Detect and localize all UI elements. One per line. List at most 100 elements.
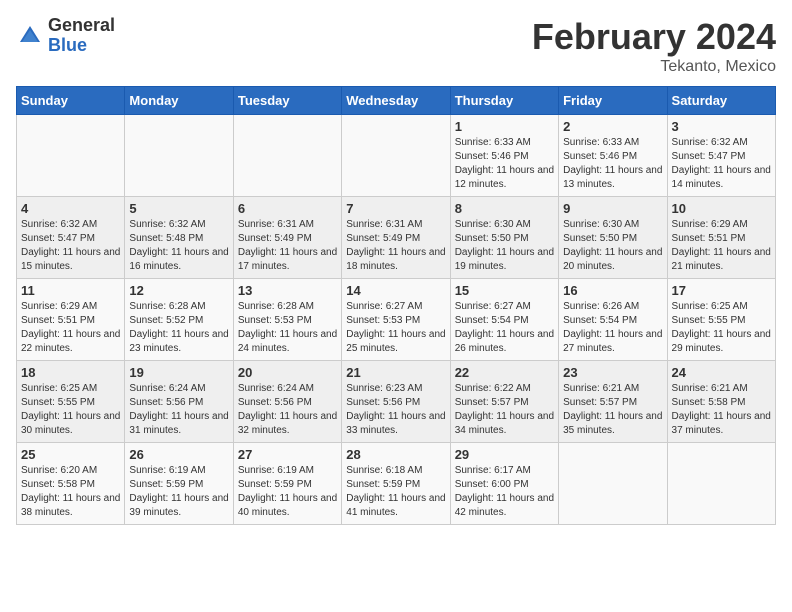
calendar-cell	[342, 115, 450, 197]
day-number: 1	[455, 119, 554, 134]
calendar-cell: 22 Sunrise: 6:22 AMSunset: 5:57 PMDayligh…	[450, 361, 558, 443]
day-number: 13	[238, 283, 337, 298]
day-info: Sunrise: 6:24 AMSunset: 5:56 PMDaylight:…	[129, 382, 228, 438]
calendar-cell: 14 Sunrise: 6:27 AMSunset: 5:53 PMDayligh…	[342, 279, 450, 361]
week-row-4: 18 Sunrise: 6:25 AMSunset: 5:55 PMDayligh…	[17, 361, 776, 443]
calendar-table: SundayMondayTuesdayWednesdayThursdayFrid…	[16, 86, 776, 525]
title-block: February 2024 Tekanto, Mexico	[532, 16, 776, 76]
calendar-cell: 13 Sunrise: 6:28 AMSunset: 5:53 PMDayligh…	[233, 279, 341, 361]
col-header-thursday: Thursday	[450, 87, 558, 115]
calendar-cell	[233, 115, 341, 197]
day-info: Sunrise: 6:26 AMSunset: 5:54 PMDaylight:…	[563, 300, 662, 356]
day-info: Sunrise: 6:31 AMSunset: 5:49 PMDaylight:…	[238, 218, 337, 274]
day-info: Sunrise: 6:33 AMSunset: 5:46 PMDaylight:…	[455, 136, 554, 192]
calendar-cell: 23 Sunrise: 6:21 AMSunset: 5:57 PMDayligh…	[559, 361, 667, 443]
calendar-title: February 2024	[532, 16, 776, 58]
calendar-cell: 20Sunrise: 6:24 AMSunset: 5:56 PMDayligh…	[233, 361, 341, 443]
day-number: 18	[21, 365, 120, 380]
day-info: Sunrise: 6:27 AMSunset: 5:53 PMDaylight:…	[346, 300, 445, 356]
day-info: Sunrise: 6:21 AMSunset: 5:58 PMDaylight:…	[672, 382, 771, 438]
day-number: 3	[672, 119, 771, 134]
week-row-2: 4Sunrise: 6:32 AMSunset: 5:47 PMDaylight…	[17, 197, 776, 279]
day-number: 10	[672, 201, 771, 216]
day-number: 7	[346, 201, 445, 216]
day-number: 29	[455, 447, 554, 462]
day-info: Sunrise: 6:27 AMSunset: 5:54 PMDaylight:…	[455, 300, 554, 356]
day-number: 24	[672, 365, 771, 380]
calendar-cell: 29 Sunrise: 6:17 AMSunset: 6:00 PMDayligh…	[450, 443, 558, 525]
calendar-cell: 12 Sunrise: 6:28 AMSunset: 5:52 PMDayligh…	[125, 279, 233, 361]
week-row-3: 11 Sunrise: 6:29 AMSunset: 5:51 PMDayligh…	[17, 279, 776, 361]
day-number: 12	[129, 283, 228, 298]
calendar-cell: 28Sunrise: 6:18 AMSunset: 5:59 PMDayligh…	[342, 443, 450, 525]
day-info: Sunrise: 6:24 AMSunset: 5:56 PMDaylight:…	[238, 382, 337, 438]
calendar-cell: 10Sunrise: 6:29 AMSunset: 5:51 PMDayligh…	[667, 197, 775, 279]
day-number: 23	[563, 365, 662, 380]
day-number: 4	[21, 201, 120, 216]
day-number: 19	[129, 365, 228, 380]
day-number: 8	[455, 201, 554, 216]
col-header-friday: Friday	[559, 87, 667, 115]
logo-icon	[16, 22, 44, 50]
col-header-wednesday: Wednesday	[342, 87, 450, 115]
day-info: Sunrise: 6:28 AMSunset: 5:52 PMDaylight:…	[129, 300, 228, 356]
day-info: Sunrise: 6:21 AMSunset: 5:57 PMDaylight:…	[563, 382, 662, 438]
calendar-cell: 8 Sunrise: 6:30 AMSunset: 5:50 PMDaylight…	[450, 197, 558, 279]
page-header: General Blue February 2024 Tekanto, Mexi…	[16, 16, 776, 76]
day-info: Sunrise: 6:19 AMSunset: 5:59 PMDaylight:…	[129, 464, 228, 520]
calendar-cell: 3 Sunrise: 6:32 AMSunset: 5:47 PMDaylight…	[667, 115, 775, 197]
col-header-monday: Monday	[125, 87, 233, 115]
calendar-cell	[17, 115, 125, 197]
col-header-saturday: Saturday	[667, 87, 775, 115]
day-number: 14	[346, 283, 445, 298]
day-info: Sunrise: 6:30 AMSunset: 5:50 PMDaylight:…	[455, 218, 554, 274]
calendar-cell: 26 Sunrise: 6:19 AMSunset: 5:59 PMDayligh…	[125, 443, 233, 525]
day-info: Sunrise: 6:17 AMSunset: 6:00 PMDaylight:…	[455, 464, 554, 520]
day-info: Sunrise: 6:32 AMSunset: 5:48 PMDaylight:…	[129, 218, 228, 274]
day-number: 17	[672, 283, 771, 298]
day-info: Sunrise: 6:29 AMSunset: 5:51 PMDaylight:…	[21, 300, 120, 356]
calendar-cell: 15 Sunrise: 6:27 AMSunset: 5:54 PMDayligh…	[450, 279, 558, 361]
day-number: 16	[563, 283, 662, 298]
calendar-cell: 5 Sunrise: 6:32 AMSunset: 5:48 PMDaylight…	[125, 197, 233, 279]
day-number: 6	[238, 201, 337, 216]
day-info: Sunrise: 6:28 AMSunset: 5:53 PMDaylight:…	[238, 300, 337, 356]
day-info: Sunrise: 6:20 AMSunset: 5:58 PMDaylight:…	[21, 464, 120, 520]
calendar-cell: 2 Sunrise: 6:33 AMSunset: 5:46 PMDaylight…	[559, 115, 667, 197]
logo: General Blue	[16, 16, 115, 56]
calendar-header-row: SundayMondayTuesdayWednesdayThursdayFrid…	[17, 87, 776, 115]
calendar-cell: 6 Sunrise: 6:31 AMSunset: 5:49 PMDaylight…	[233, 197, 341, 279]
week-row-5: 25 Sunrise: 6:20 AMSunset: 5:58 PMDayligh…	[17, 443, 776, 525]
calendar-cell: 27Sunrise: 6:19 AMSunset: 5:59 PMDayligh…	[233, 443, 341, 525]
week-row-1: 1 Sunrise: 6:33 AMSunset: 5:46 PMDaylight…	[17, 115, 776, 197]
calendar-cell: 11 Sunrise: 6:29 AMSunset: 5:51 PMDayligh…	[17, 279, 125, 361]
col-header-tuesday: Tuesday	[233, 87, 341, 115]
day-number: 26	[129, 447, 228, 462]
calendar-cell: 4Sunrise: 6:32 AMSunset: 5:47 PMDaylight…	[17, 197, 125, 279]
day-info: Sunrise: 6:33 AMSunset: 5:46 PMDaylight:…	[563, 136, 662, 192]
day-info: Sunrise: 6:18 AMSunset: 5:59 PMDaylight:…	[346, 464, 445, 520]
calendar-subtitle: Tekanto, Mexico	[532, 58, 776, 76]
logo-general-text: General	[48, 16, 115, 36]
day-number: 11	[21, 283, 120, 298]
day-number: 5	[129, 201, 228, 216]
calendar-cell: 18 Sunrise: 6:25 AMSunset: 5:55 PMDayligh…	[17, 361, 125, 443]
calendar-cell: 1 Sunrise: 6:33 AMSunset: 5:46 PMDaylight…	[450, 115, 558, 197]
day-info: Sunrise: 6:22 AMSunset: 5:57 PMDaylight:…	[455, 382, 554, 438]
day-info: Sunrise: 6:32 AMSunset: 5:47 PMDaylight:…	[672, 136, 771, 192]
day-info: Sunrise: 6:25 AMSunset: 5:55 PMDaylight:…	[21, 382, 120, 438]
day-number: 25	[21, 447, 120, 462]
col-header-sunday: Sunday	[17, 87, 125, 115]
calendar-cell: 21Sunrise: 6:23 AMSunset: 5:56 PMDayligh…	[342, 361, 450, 443]
day-info: Sunrise: 6:25 AMSunset: 5:55 PMDaylight:…	[672, 300, 771, 356]
day-number: 15	[455, 283, 554, 298]
calendar-cell: 19 Sunrise: 6:24 AMSunset: 5:56 PMDayligh…	[125, 361, 233, 443]
day-number: 22	[455, 365, 554, 380]
calendar-cell: 16 Sunrise: 6:26 AMSunset: 5:54 PMDayligh…	[559, 279, 667, 361]
calendar-cell	[125, 115, 233, 197]
day-info: Sunrise: 6:31 AMSunset: 5:49 PMDaylight:…	[346, 218, 445, 274]
day-info: Sunrise: 6:30 AMSunset: 5:50 PMDaylight:…	[563, 218, 662, 274]
logo-text: General Blue	[48, 16, 115, 56]
calendar-cell: 9Sunrise: 6:30 AMSunset: 5:50 PMDaylight…	[559, 197, 667, 279]
day-number: 2	[563, 119, 662, 134]
